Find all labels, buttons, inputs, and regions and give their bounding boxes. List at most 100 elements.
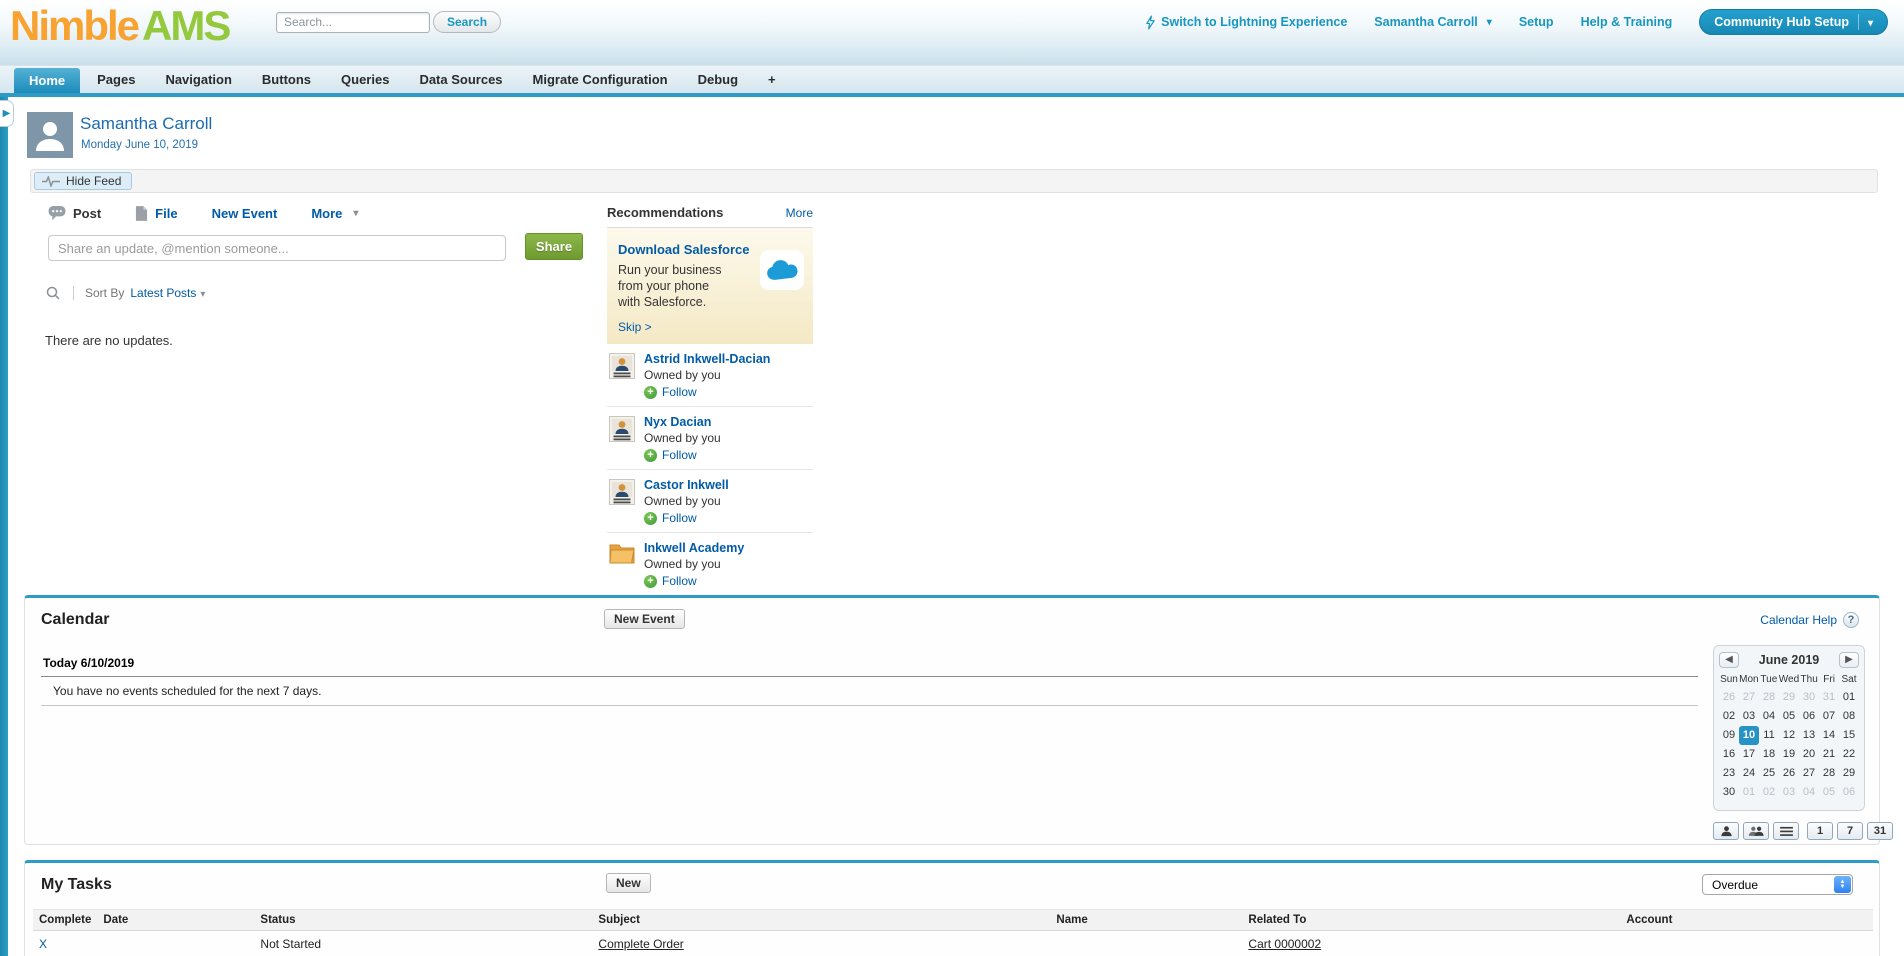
calendar-day[interactable]: 21 [1819,745,1839,764]
feed-pulse-icon [42,176,60,187]
calendar-day[interactable]: 03 [1739,707,1759,726]
tab-navigation[interactable]: Navigation [150,67,246,93]
calendar-view-31-button[interactable]: 31 [1867,822,1893,840]
calendar-day[interactable]: 01 [1739,783,1759,802]
calendar-day[interactable]: 15 [1839,726,1859,745]
user-menu[interactable]: Samantha Carroll [1374,15,1492,29]
app-header: NimbleAMS Search Switch to Lightning Exp… [0,0,1904,65]
more-menu[interactable]: More [311,206,358,221]
calendar-day[interactable]: 06 [1839,783,1859,802]
calendar-day[interactable]: 05 [1779,707,1799,726]
community-hub-setup-button[interactable]: Community Hub Setup [1699,9,1888,35]
follow-button[interactable]: +Follow [644,385,770,399]
calendar-day[interactable]: 01 [1839,688,1859,707]
logo-ams: AMS [142,2,229,49]
calendar-day[interactable]: 19 [1779,745,1799,764]
calendar-day[interactable]: 16 [1719,745,1739,764]
calendar-day[interactable]: 14 [1819,726,1839,745]
calendar-day[interactable]: 09 [1719,726,1739,745]
calendar-day[interactable]: 07 [1819,707,1839,726]
calendar-day[interactable]: 27 [1799,764,1819,783]
calendar-day[interactable]: 25 [1759,764,1779,783]
multi-person-icon[interactable] [1743,822,1769,840]
share-button[interactable]: Share [525,233,583,260]
calendar-day[interactable]: 23 [1719,764,1739,783]
calendar-day-selected[interactable]: 10 [1739,726,1759,745]
calendar-day[interactable]: 30 [1719,783,1739,802]
follow-button[interactable]: +Follow [644,448,721,462]
search-feed-icon[interactable] [46,286,60,300]
previous-month-button[interactable]: ◀ [1719,652,1739,668]
calendar-day[interactable]: 05 [1819,783,1839,802]
calendar-day[interactable]: 29 [1839,764,1859,783]
calendar-day[interactable]: 04 [1799,783,1819,802]
tab-data-sources[interactable]: Data Sources [404,67,517,93]
tab-migrate-configuration[interactable]: Migrate Configuration [518,67,683,93]
calendar-view-1-button[interactable]: 1 [1807,822,1833,840]
switch-to-lightning-link[interactable]: Switch to Lightning Experience [1145,15,1347,30]
recommendation-name-link[interactable]: Inkwell Academy [644,541,744,555]
calendar-help-link[interactable]: Calendar Help [1760,613,1837,627]
single-person-icon[interactable] [1713,822,1739,840]
calendar-day[interactable]: 02 [1759,783,1779,802]
calendar-day[interactable]: 02 [1719,707,1739,726]
calendar-day[interactable]: 17 [1739,745,1759,764]
tab-home[interactable]: Home [14,68,80,93]
recommendation-name-link[interactable]: Castor Inkwell [644,478,729,492]
calendar-day[interactable]: 11 [1759,726,1779,745]
post-tab[interactable]: Post [48,206,101,221]
recommendations-more-link[interactable]: More [786,206,813,220]
sort-by-select[interactable]: Latest Posts [130,286,205,300]
calendar-day[interactable]: 26 [1779,764,1799,783]
search-input[interactable] [276,12,430,33]
help-question-icon[interactable]: ? [1843,612,1859,628]
promo-skip-link[interactable]: Skip > [618,320,805,334]
setup-link[interactable]: Setup [1519,15,1554,29]
recommendation-name-link[interactable]: Astrid Inkwell-Dacian [644,352,770,366]
share-update-input[interactable] [48,235,506,261]
task-filter-select[interactable]: Overdue ▲▼ [1702,874,1853,895]
calendar-day[interactable]: 28 [1819,764,1839,783]
follow-button[interactable]: +Follow [644,511,729,525]
sidebar-expand-toggle[interactable] [0,100,14,127]
calendar-day[interactable]: 06 [1799,707,1819,726]
calendar-day[interactable]: 20 [1799,745,1819,764]
calendar-day[interactable]: 13 [1799,726,1819,745]
task-complete-link[interactable]: X [39,937,47,951]
calendar-day[interactable]: 29 [1779,688,1799,707]
calendar-view-7-button[interactable]: 7 [1837,822,1863,840]
hide-feed-button[interactable]: Hide Feed [34,172,132,190]
calendar-day[interactable]: 30 [1799,688,1819,707]
task-related-to-link[interactable]: Cart 0000002 [1248,937,1321,951]
new-task-button[interactable]: New [606,873,651,893]
calendar-day[interactable]: 12 [1779,726,1799,745]
calendar-day[interactable]: 28 [1759,688,1779,707]
new-event-button[interactable]: New Event [604,609,685,629]
calendar-day[interactable]: 24 [1739,764,1759,783]
tab-debug[interactable]: Debug [683,67,753,93]
tab-queries[interactable]: Queries [326,67,404,93]
new-event-link[interactable]: New Event [212,206,278,221]
tab-plus[interactable]: + [753,67,791,93]
calendar-day[interactable]: 18 [1759,745,1779,764]
recommendation-name-link[interactable]: Nyx Dacian [644,415,721,429]
calendar-day[interactable]: 26 [1719,688,1739,707]
tab-pages[interactable]: Pages [82,67,150,93]
file-tab[interactable]: File [135,206,177,221]
calendar-title: Calendar [41,611,109,629]
next-month-button[interactable]: ▶ [1839,652,1859,668]
search-button[interactable]: Search [433,11,501,33]
user-avatar[interactable] [27,112,73,158]
calendar-day[interactable]: 04 [1759,707,1779,726]
help-training-link[interactable]: Help & Training [1581,15,1673,29]
calendar-day[interactable]: 03 [1779,783,1799,802]
list-icon[interactable] [1773,822,1799,840]
calendar-day[interactable]: 08 [1839,707,1859,726]
calendar-day[interactable]: 31 [1819,688,1839,707]
profile-name-link[interactable]: Samantha Carroll [80,114,212,134]
tab-buttons[interactable]: Buttons [247,67,326,93]
calendar-day[interactable]: 22 [1839,745,1859,764]
task-subject-link[interactable]: Complete Order [598,937,683,951]
follow-button[interactable]: +Follow [644,574,744,588]
calendar-day[interactable]: 27 [1739,688,1759,707]
